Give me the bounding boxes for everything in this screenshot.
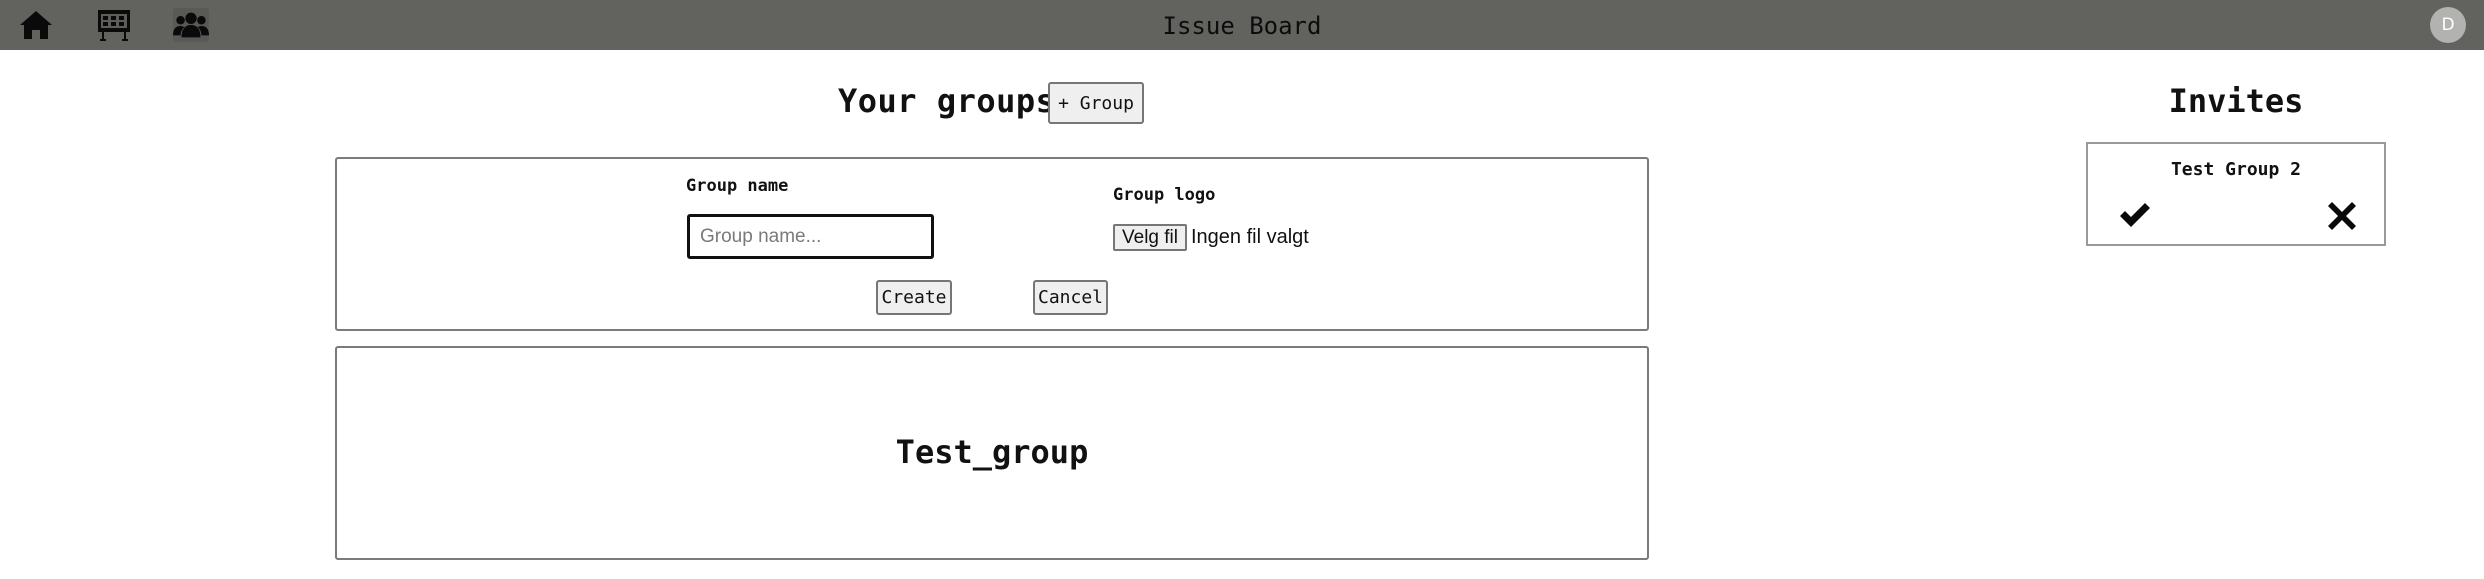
top-bar: Issue Board D — [0, 0, 2484, 50]
check-icon — [2120, 203, 2150, 227]
close-icon — [2328, 202, 2356, 230]
group-logo-label: Group logo — [1113, 185, 1216, 205]
cancel-button[interactable]: Cancel — [1033, 280, 1108, 315]
accept-invite-button[interactable] — [2117, 198, 2153, 232]
groups-heading: Your groups — [838, 82, 1056, 120]
file-status-text: Ingen fil valgt — [1191, 226, 1309, 248]
app-title: Issue Board — [1162, 12, 1322, 40]
choose-file-button[interactable]: Velg fil — [1113, 224, 1187, 251]
avatar[interactable]: D — [2430, 7, 2466, 43]
create-group-form — [335, 157, 1649, 331]
create-button[interactable]: Create — [876, 280, 952, 315]
add-group-button[interactable]: + Group — [1048, 82, 1144, 124]
decline-invite-button[interactable] — [2324, 199, 2360, 233]
group-name-input[interactable] — [687, 214, 934, 259]
invites-heading: Invites — [2168, 82, 2304, 120]
group-name-label: Group name — [686, 176, 789, 196]
group-card-name: Test_group — [895, 433, 1089, 471]
invite-group-name: Test Group 2 — [2170, 159, 2302, 180]
